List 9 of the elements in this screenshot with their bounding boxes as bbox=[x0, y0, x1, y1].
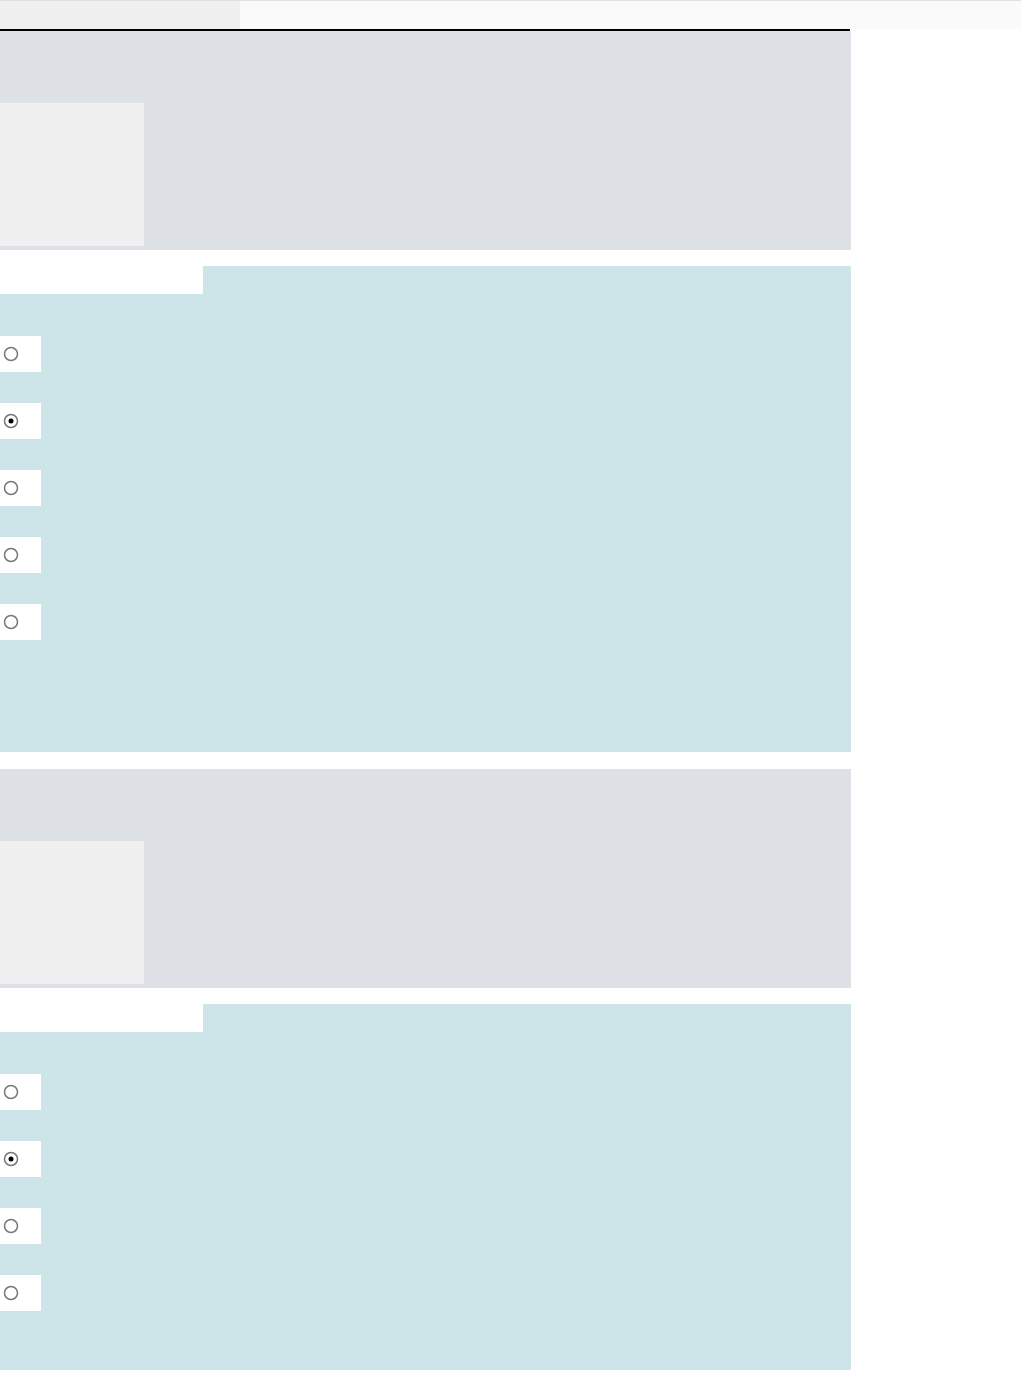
radio-button[interactable] bbox=[3, 480, 19, 496]
radio-button[interactable] bbox=[3, 614, 19, 630]
radio-button[interactable] bbox=[3, 547, 19, 563]
radio-button[interactable] bbox=[3, 1218, 19, 1234]
radio-button[interactable] bbox=[3, 1285, 19, 1301]
radio-button[interactable] bbox=[3, 1151, 19, 1167]
radio-button[interactable] bbox=[3, 346, 19, 362]
radio-button[interactable] bbox=[3, 413, 19, 429]
radio-button[interactable] bbox=[3, 1084, 19, 1100]
